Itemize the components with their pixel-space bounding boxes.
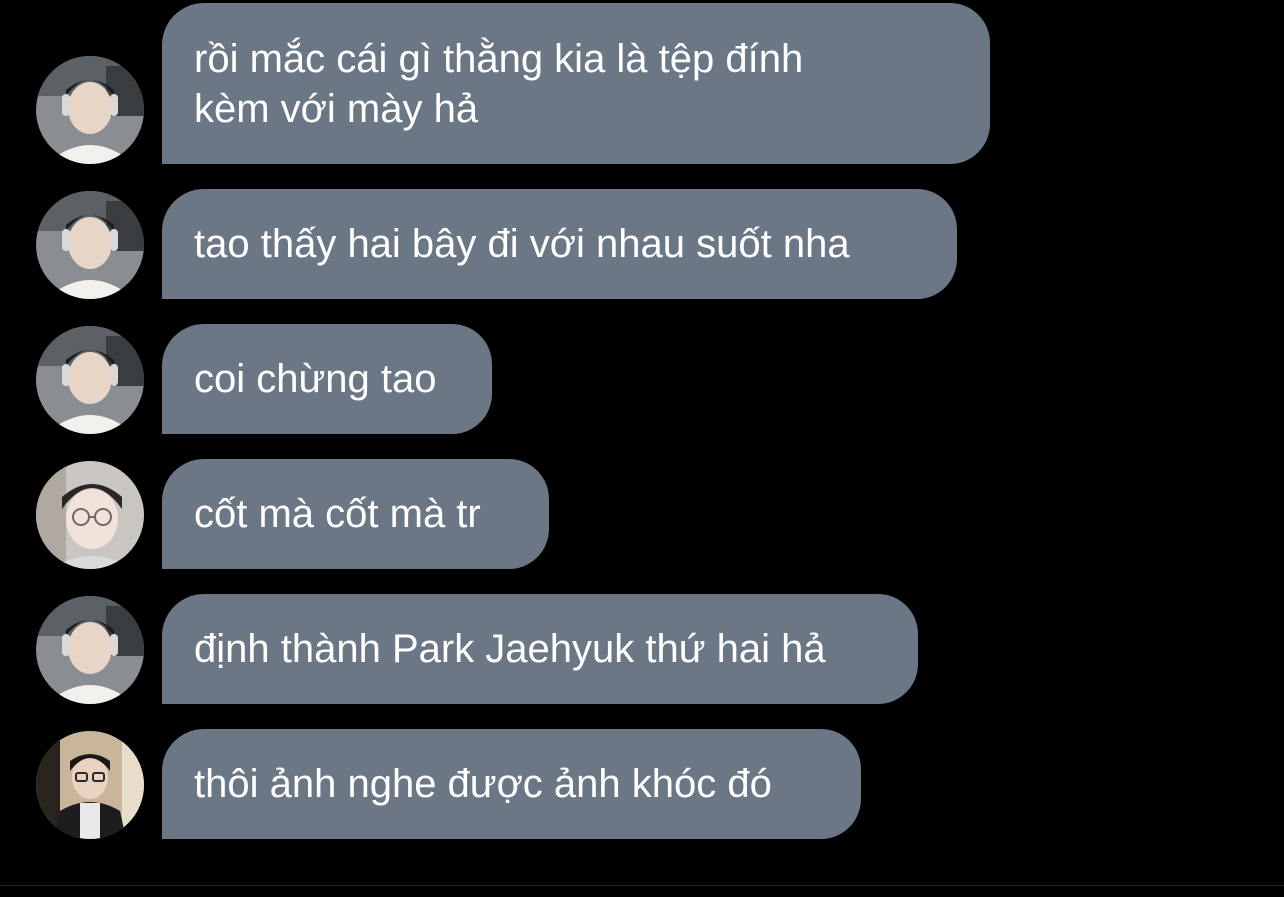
avatar-a-image (36, 326, 144, 434)
divider (0, 885, 1284, 886)
avatar-c-image (36, 731, 144, 839)
avatar-a-image (36, 596, 144, 704)
sender-avatar[interactable] (36, 326, 144, 434)
message-bubble[interactable]: định thành Park Jaehyuk thứ hai hả (162, 594, 918, 704)
message-text: rồi mắc cái gì thằng kia là tệp đính kèm… (194, 36, 804, 131)
message-text: coi chừng tao (194, 357, 437, 401)
message-text: thôi ảnh nghe được ảnh khóc đó (194, 762, 772, 806)
sender-avatar[interactable] (36, 56, 144, 164)
sender-avatar[interactable] (36, 596, 144, 704)
message-text: cốt mà cốt mà tr (194, 492, 481, 536)
chat-thread: rồi mắc cái gì thằng kia là tệp đính kèm… (0, 0, 1284, 897)
message-bubble[interactable]: thôi ảnh nghe được ảnh khóc đó (162, 729, 861, 839)
message-text: định thành Park Jaehyuk thứ hai hả (194, 627, 826, 671)
message-bubble[interactable]: cốt mà cốt mà tr (162, 459, 549, 569)
avatar-a-image (36, 191, 144, 299)
message-text: tao thấy hai bây đi với nhau suốt nha (194, 222, 850, 266)
sender-avatar[interactable] (36, 191, 144, 299)
avatar-b-image (36, 461, 144, 569)
sender-avatar[interactable] (36, 731, 144, 839)
message-bubble[interactable]: coi chừng tao (162, 324, 492, 434)
sender-avatar[interactable] (36, 461, 144, 569)
message-bubble[interactable]: rồi mắc cái gì thằng kia là tệp đính kèm… (162, 3, 990, 164)
message-bubble[interactable]: tao thấy hai bây đi với nhau suốt nha (162, 189, 957, 299)
avatar-a-image (36, 56, 144, 164)
